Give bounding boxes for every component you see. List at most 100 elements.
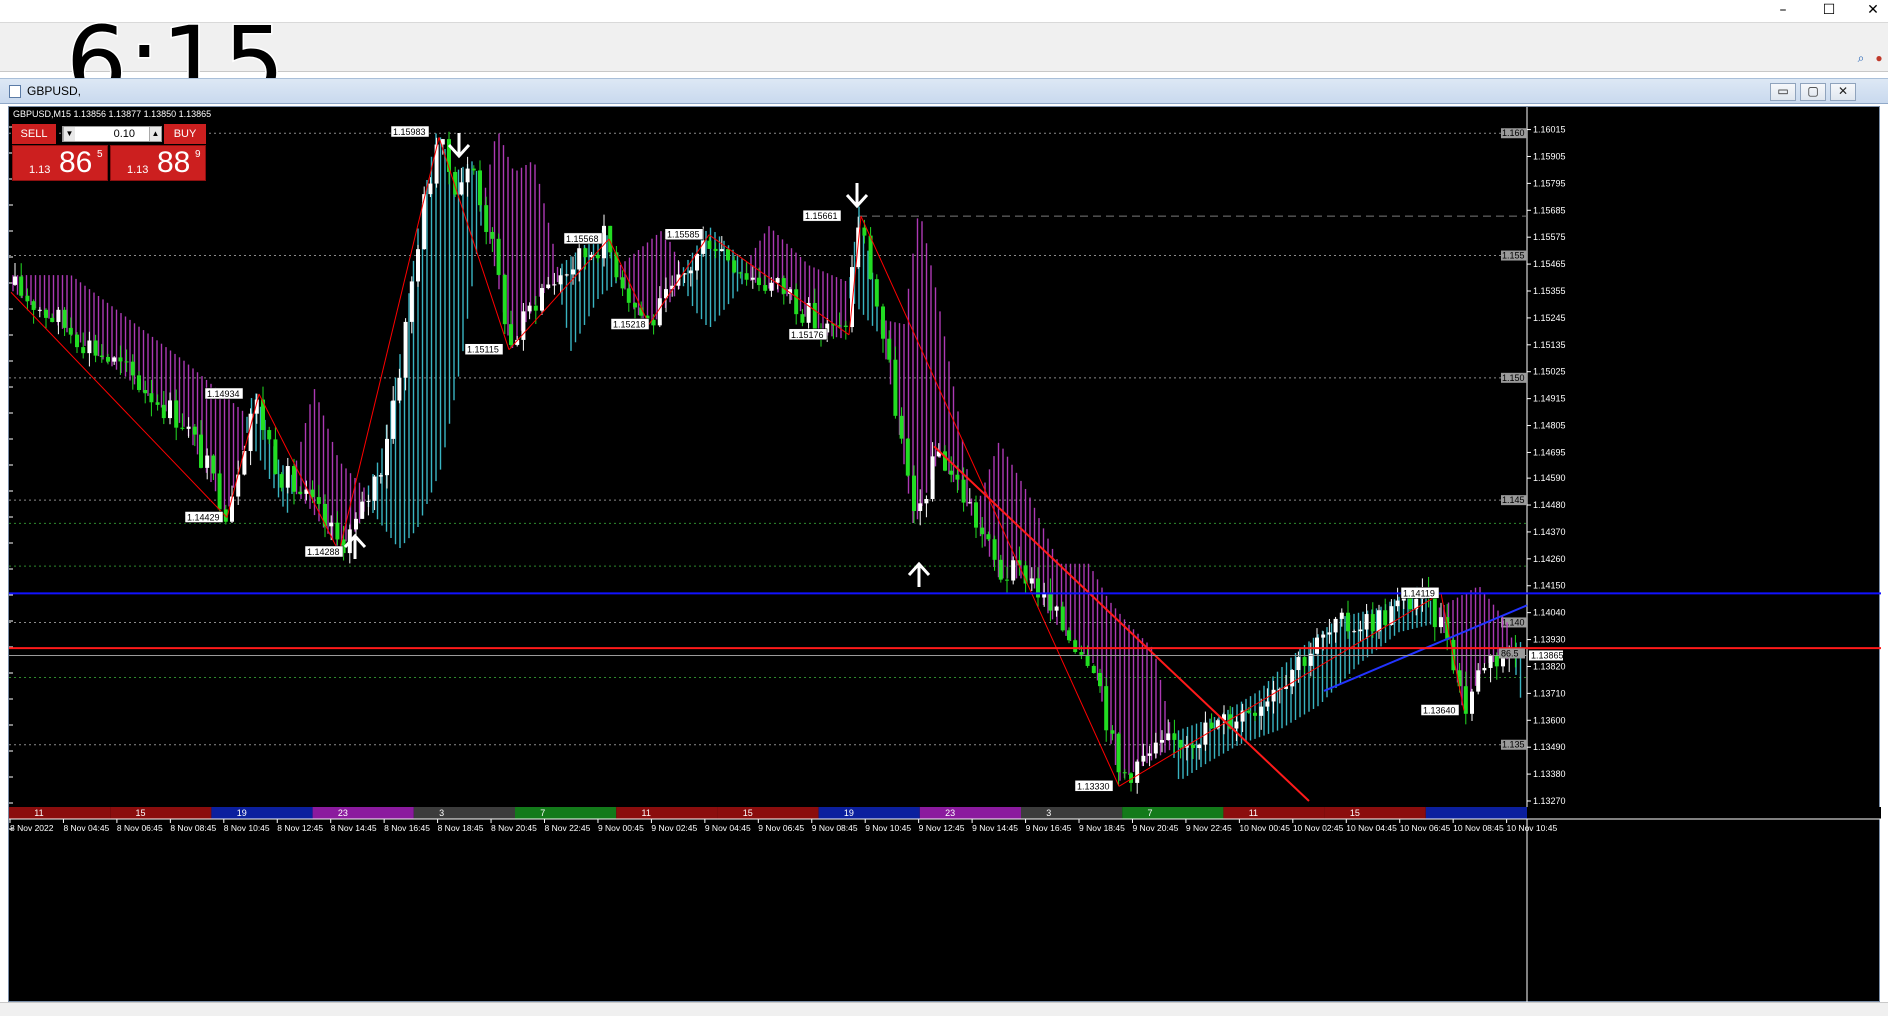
candle-body <box>1054 606 1059 611</box>
sell-price-box[interactable]: 1.13 86 5 <box>12 145 108 181</box>
price-chart[interactable]: GBPUSD,M15 1.13856 1.13877 1.13850 1.138… <box>8 106 1881 1003</box>
minimize-button[interactable]: – <box>1760 0 1806 22</box>
candle-body <box>626 288 631 303</box>
price-axis-label: 1.13600 <box>1533 715 1566 725</box>
session-segment <box>616 807 718 819</box>
maximize-button[interactable]: ☐ <box>1806 0 1852 22</box>
lot-size-input[interactable]: ▼ 0.10 ▲ <box>62 126 162 142</box>
candle-body <box>378 475 383 477</box>
candle-body <box>56 309 61 322</box>
candle-body <box>998 559 1003 580</box>
time-axis-label: 8 Nov 18:45 <box>438 823 484 833</box>
time-axis-label: 8 Nov 20:45 <box>491 823 537 833</box>
search-icon[interactable]: ⌕ <box>1854 51 1868 65</box>
swing-label: 1.15661 <box>805 211 838 221</box>
level-label: 1.140 <box>1502 617 1525 627</box>
candle-body <box>1091 665 1096 674</box>
time-axis-label: 8 Nov 22:45 <box>545 823 591 833</box>
candle-body <box>1302 657 1307 666</box>
candle-body <box>329 522 334 527</box>
candle-body <box>986 534 991 540</box>
candle-body <box>478 170 482 206</box>
candle-body <box>651 319 656 326</box>
candle-body <box>527 305 532 312</box>
candle-body <box>1476 670 1481 692</box>
session-label: 7 <box>540 808 545 818</box>
session-label: 7 <box>1148 808 1153 818</box>
candle-body <box>955 474 960 480</box>
candle-body <box>1482 667 1487 671</box>
sell-button[interactable]: SELL <box>12 124 56 144</box>
candle-body <box>459 182 464 195</box>
candle-body <box>335 522 340 540</box>
time-axis-label: 8 Nov 16:45 <box>384 823 430 833</box>
candle-body <box>217 473 222 510</box>
chart-close-button[interactable]: ✕ <box>1830 83 1856 101</box>
candle-body <box>168 400 172 419</box>
sell-price-pips: 86 <box>59 146 93 179</box>
buy-price-box[interactable]: 1.13 88 9 <box>110 145 206 181</box>
close-button[interactable]: ✕ <box>1850 0 1888 22</box>
candle-body <box>1160 740 1164 743</box>
candle-body <box>354 518 358 530</box>
candle-body <box>391 400 396 439</box>
swing-label: 1.15983 <box>393 127 426 137</box>
profile-icon[interactable]: ● <box>1872 51 1886 65</box>
candle-body <box>1253 712 1257 716</box>
lot-decrease-icon[interactable]: ▼ <box>63 127 75 141</box>
sell-signal-arrow-icon <box>447 133 471 159</box>
chart-maximize-button[interactable]: ▢ <box>1800 83 1826 101</box>
candle-body <box>1172 733 1177 740</box>
candle-body <box>1197 744 1202 749</box>
candle-body <box>285 466 290 488</box>
candle-body <box>484 205 489 232</box>
candle-body <box>44 309 48 318</box>
session-label: 15 <box>136 808 146 818</box>
swing-label: 1.15568 <box>566 234 599 244</box>
lot-size-value: 0.10 <box>113 128 135 140</box>
candle-body <box>13 276 17 285</box>
candle-body <box>893 359 898 416</box>
candle-body <box>1029 578 1034 584</box>
chart-minimize-button[interactable]: ▭ <box>1770 83 1796 101</box>
session-label: 11 <box>642 808 651 818</box>
candle-body <box>837 325 842 327</box>
session-label: 23 <box>338 808 348 818</box>
price-chart-svg[interactable]: GBPUSD,M15 1.13856 1.13877 1.13850 1.138… <box>9 107 1881 1003</box>
candle-body <box>1166 733 1171 741</box>
candle-body <box>595 254 600 259</box>
session-label: 3 <box>439 808 444 818</box>
lot-increase-icon[interactable]: ▲ <box>149 127 161 141</box>
time-axis-label: 9 Nov 06:45 <box>758 823 804 833</box>
candle-body <box>732 260 737 273</box>
level-label: 1.155 <box>1502 251 1525 261</box>
swing-label: 1.15115 <box>467 345 499 355</box>
session-label: 23 <box>945 808 955 818</box>
session-segment <box>1324 807 1426 819</box>
swing-label: 1.15176 <box>791 330 824 340</box>
candle-body <box>118 357 123 362</box>
price-axis-label: 1.15025 <box>1533 367 1566 377</box>
candle-body <box>298 491 303 494</box>
candle-body <box>719 249 724 252</box>
candle-body <box>571 269 575 275</box>
session-segment <box>110 807 212 819</box>
chart-window-title: GBPUSD, <box>27 84 82 98</box>
time-axis-label: 10 Nov 06:45 <box>1400 823 1451 833</box>
candle-body <box>967 502 972 504</box>
candle-body <box>31 301 36 310</box>
chart-symbol-header: GBPUSD,M15 1.13856 1.13877 1.13850 1.138… <box>13 109 211 119</box>
price-axis-label: 1.14915 <box>1533 394 1566 404</box>
candle-body <box>465 168 470 183</box>
candle-body <box>1135 761 1140 783</box>
chart-window-icon <box>9 85 21 98</box>
candle-body <box>316 497 321 504</box>
buy-button[interactable]: BUY <box>164 124 206 144</box>
candle-body <box>1339 612 1344 619</box>
candle-body <box>1488 655 1493 668</box>
candle-body <box>1067 630 1071 641</box>
swing-label: 1.15218 <box>613 320 646 330</box>
candle-body <box>93 340 98 356</box>
candle-body <box>657 298 662 326</box>
buy-price-prefix: 1.13 <box>127 164 149 176</box>
